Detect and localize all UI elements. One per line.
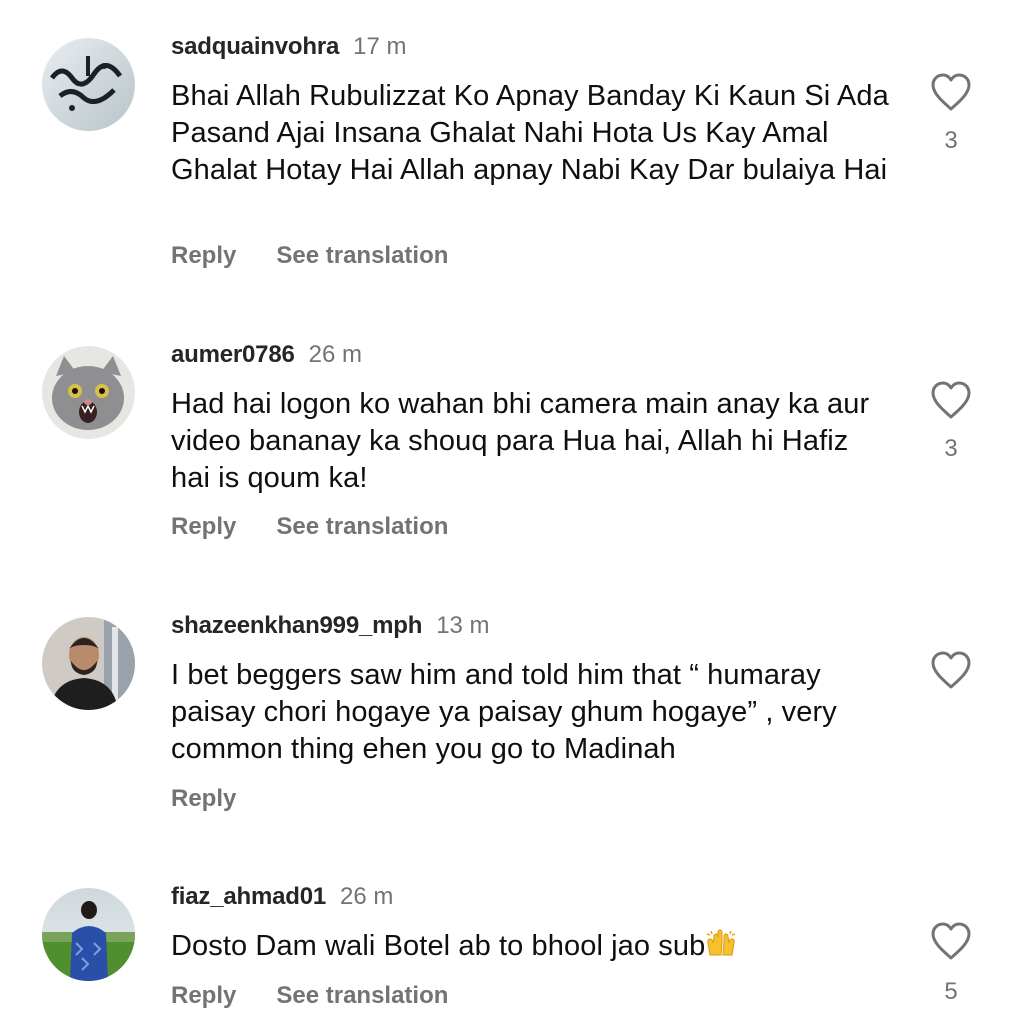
comment-time: 26 m (340, 883, 394, 910)
heart-outline-icon[interactable] (929, 72, 973, 112)
comment-text: Bhai Allah Rubulizzat Ko Apnay Banday Ki… (171, 80, 889, 186)
reply-button[interactable]: Reply (171, 513, 236, 540)
comment-actions: Reply (171, 785, 236, 813)
comment-text: Dosto Dam wali Botel ab to bhool jao sub (171, 928, 891, 965)
see-translation-button[interactable]: See translation (276, 513, 448, 540)
comment-actions: Reply See translation (171, 242, 448, 270)
see-translation-button[interactable]: See translation (276, 982, 448, 1009)
comment-time: 13 m (436, 612, 490, 639)
heart-outline-icon[interactable] (929, 921, 973, 961)
like-count: 3 (944, 435, 958, 462)
comment-actions: Reply See translation (171, 982, 448, 1010)
like-count: 3 (944, 127, 958, 154)
comment-text: Had hai logon ko wahan bhi camera main a… (171, 388, 870, 494)
avatar[interactable] (42, 346, 135, 439)
avatar[interactable] (42, 617, 135, 710)
comment-actions: Reply See translation (171, 513, 448, 541)
see-translation-button[interactable]: See translation (276, 242, 448, 269)
comment-meta: aumer0786 26 m (171, 341, 362, 369)
username[interactable]: fiaz_ahmad01 (171, 883, 326, 910)
username[interactable]: aumer0786 (171, 341, 295, 368)
comment-meta: fiaz_ahmad01 26 m (171, 883, 393, 911)
avatar[interactable] (42, 888, 135, 981)
username[interactable]: sadquainvohra (171, 33, 339, 60)
comment-time: 17 m (353, 33, 407, 60)
reply-button[interactable]: Reply (171, 242, 236, 269)
heart-outline-icon[interactable] (929, 650, 973, 690)
comment-meta: sadquainvohra 17 m (171, 33, 406, 61)
avatar[interactable] (42, 38, 135, 131)
reply-button[interactable]: Reply (171, 982, 236, 1009)
reply-button[interactable]: Reply (171, 785, 236, 812)
comment-time: 26 m (308, 341, 362, 368)
like-count: 5 (944, 978, 958, 1005)
heart-outline-icon[interactable] (929, 380, 973, 420)
username[interactable]: shazeenkhan999_mph (171, 612, 422, 639)
comment-meta: shazeenkhan999_mph 13 m (171, 612, 490, 640)
comment-text: I bet beggers saw him and told him that … (171, 659, 837, 765)
raising-hands-emoji (707, 929, 736, 956)
comment-text-body: Dosto Dam wali Botel ab to bhool jao sub (171, 930, 706, 962)
